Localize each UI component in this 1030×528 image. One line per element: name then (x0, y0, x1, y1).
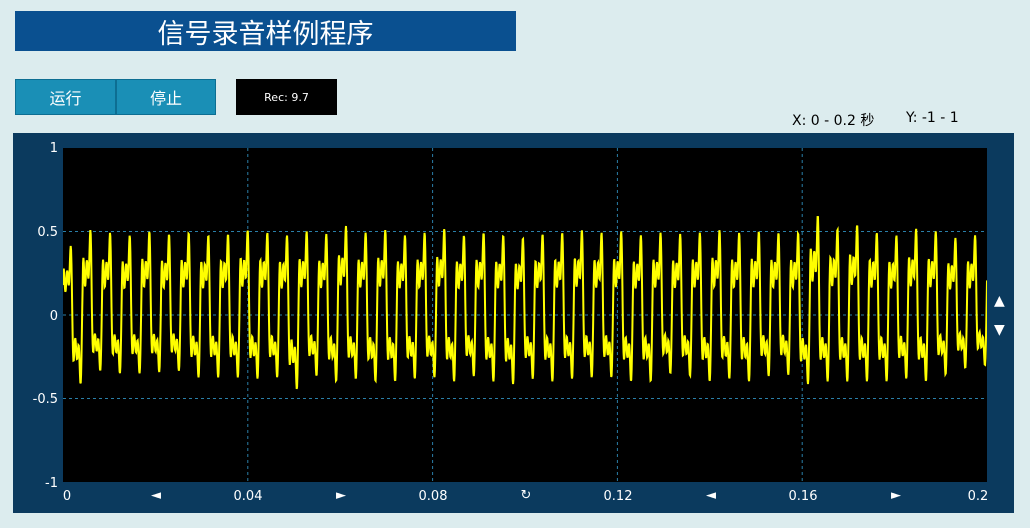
x-tick-label: 0.16 (788, 489, 818, 504)
app-title: 信号录音样例程序 (15, 11, 516, 51)
run-button[interactable]: 运行 (15, 79, 116, 115)
x-range-label: X: 0 - 0.2 秒 (792, 113, 875, 129)
scroll-right-icon[interactable]: ► (336, 488, 346, 503)
reset-view-icon[interactable]: ↻ (521, 488, 532, 503)
y-tick-label: -1 (45, 476, 58, 491)
stop-button[interactable]: 停止 (116, 79, 216, 115)
y-range-label: Y: -1 - 1 (906, 110, 959, 126)
y-tick-label: 0.5 (37, 225, 58, 240)
zoom-down-icon[interactable]: ▼ (994, 322, 1005, 338)
x-tick-label: 0 (62, 489, 72, 504)
x-tick-label: 0.12 (603, 489, 633, 504)
waveform-svg (63, 148, 987, 482)
rec-level-display: Rec: 9.7 (236, 79, 337, 115)
x-tick-label: 0.2 (967, 489, 989, 504)
waveform-plot[interactable] (63, 148, 987, 482)
x-tick-label: 0.04 (233, 489, 263, 504)
signal-trace (63, 215, 987, 390)
y-tick-label: -0.5 (32, 392, 58, 407)
scroll-right-icon[interactable]: ► (891, 488, 901, 503)
y-tick-label: 0 (49, 309, 58, 324)
scroll-left-icon[interactable]: ◄ (151, 488, 161, 503)
y-tick-label: 1 (49, 141, 58, 156)
scroll-left-icon[interactable]: ◄ (706, 488, 716, 503)
zoom-up-icon[interactable]: ▲ (994, 293, 1005, 309)
x-tick-label: 0.08 (418, 489, 448, 504)
